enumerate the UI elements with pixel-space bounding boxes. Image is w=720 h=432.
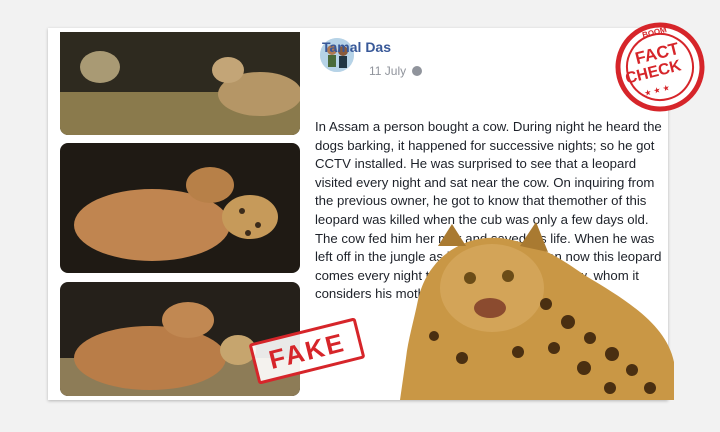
post-date: 11 July	[369, 64, 423, 78]
globe-icon	[412, 66, 423, 76]
cctv-photo-1	[60, 32, 300, 135]
fact-check-stamp: BOOM FACT CHECK ★ ★ ★	[608, 20, 712, 114]
cctv-photo-2	[60, 143, 300, 273]
post-date-text[interactable]: 11 July	[369, 64, 406, 78]
post-author[interactable]: Tamal Das	[322, 39, 391, 55]
leopard-cutout	[400, 212, 675, 400]
